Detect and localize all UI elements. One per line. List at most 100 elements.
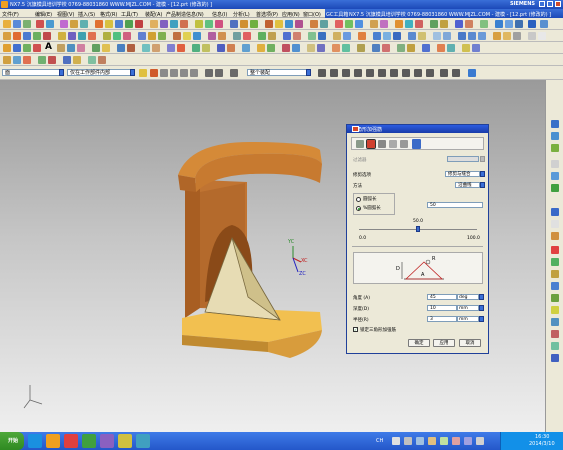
constraint-icon[interactable] [92, 44, 100, 52]
derived-line-icon[interactable] [177, 44, 185, 52]
chevron-down-icon[interactable] [130, 69, 135, 76]
gc-toolbox-label[interactable]: GC工具箱 [326, 11, 348, 18]
taskbar-app-7[interactable] [136, 434, 150, 448]
instance-icon[interactable] [138, 32, 146, 40]
mirror-curve-icon[interactable] [117, 44, 125, 52]
slash-snap-icon[interactable] [440, 69, 448, 77]
menu-pmi[interactable]: 产品制造信息(N) [166, 11, 204, 18]
tray-icon-3[interactable] [416, 437, 424, 445]
wcs-rotate-icon[interactable] [318, 32, 326, 40]
pocket-icon[interactable] [58, 32, 66, 40]
replace-face-icon[interactable] [295, 20, 303, 28]
tangent-point-icon[interactable] [354, 69, 362, 77]
close-button[interactable] [555, 1, 561, 7]
isometric-icon[interactable] [443, 32, 451, 40]
pan-icon[interactable] [383, 32, 391, 40]
end-point-icon[interactable] [160, 69, 168, 77]
right-view-icon[interactable] [478, 32, 486, 40]
point-on-curve-icon[interactable] [318, 69, 326, 77]
view-filter-icon[interactable] [468, 69, 476, 77]
control-point-icon[interactable] [180, 69, 188, 77]
tray-icon-4[interactable] [428, 437, 436, 445]
circle-icon[interactable] [33, 44, 41, 52]
second-face-set-icon[interactable] [366, 139, 376, 149]
rib-icon[interactable] [335, 20, 343, 28]
mold-wizard-tab-icon[interactable] [551, 294, 559, 302]
thread-icon[interactable] [103, 32, 111, 40]
render-style-icon[interactable] [540, 20, 548, 28]
palettes-tab-icon[interactable] [551, 282, 559, 290]
feature-playback-icon[interactable] [372, 44, 380, 52]
studio-surface-icon[interactable] [208, 32, 216, 40]
delay-evaluation-icon[interactable] [292, 44, 300, 52]
menu-preferences[interactable]: 首选项(P) [256, 11, 278, 18]
sweep-icon[interactable] [115, 20, 123, 28]
draft-icon[interactable] [180, 20, 188, 28]
intersect-point-icon[interactable] [167, 44, 175, 52]
constraint-navigator-tab-icon[interactable] [551, 132, 559, 140]
new-icon[interactable] [3, 20, 11, 28]
save-icon[interactable] [23, 20, 31, 28]
cut-icon[interactable] [60, 20, 68, 28]
move-feature-icon[interactable] [462, 44, 470, 52]
ok-button[interactable]: 确定 [408, 339, 430, 347]
chevron-down-icon[interactable] [479, 294, 484, 300]
expressions-icon[interactable] [422, 44, 430, 52]
unsuppress-feature-icon[interactable] [407, 44, 415, 52]
undo-icon[interactable] [36, 20, 44, 28]
circle-snap-icon[interactable] [390, 69, 398, 77]
radio-percent-arc-length[interactable] [356, 206, 361, 211]
menu-insert[interactable]: 插入(S) [78, 11, 95, 18]
tray-icon-1[interactable] [392, 437, 400, 445]
menu-application[interactable]: 应用(N) [282, 11, 300, 18]
blend-icon[interactable] [150, 20, 158, 28]
through-curves-icon[interactable] [173, 32, 181, 40]
wireframe-view-icon[interactable] [505, 20, 513, 28]
existing-point-icon[interactable] [230, 69, 238, 77]
menu-edit[interactable]: 编辑(E) [35, 11, 52, 18]
render-tab-icon[interactable] [551, 330, 559, 338]
project-curve-icon[interactable] [440, 20, 448, 28]
system-scenes-tab-icon[interactable] [551, 270, 559, 278]
depth-unit-combo[interactable]: mm [457, 305, 479, 311]
chevron-down-icon[interactable] [479, 305, 484, 311]
hole-icon[interactable] [125, 20, 133, 28]
offset-curve2-icon[interactable] [127, 44, 135, 52]
radius-input[interactable]: 3 [427, 316, 457, 322]
process-studio-tab-icon[interactable] [551, 232, 559, 240]
shaded-edges-icon[interactable] [493, 32, 501, 40]
update-model-icon[interactable] [282, 44, 290, 52]
trim-body-icon[interactable] [265, 20, 273, 28]
patch-icon[interactable] [158, 32, 166, 40]
profile-icon[interactable] [13, 44, 21, 52]
chevron-down-icon[interactable] [59, 69, 64, 76]
delete-feature-icon[interactable] [447, 44, 455, 52]
menu-format[interactable]: 格式(R) [100, 11, 117, 18]
cylinder-icon[interactable] [23, 32, 31, 40]
move-to-layer-icon[interactable] [268, 32, 276, 40]
mid-point-icon[interactable] [170, 69, 178, 77]
system-materials-tab-icon[interactable] [551, 220, 559, 228]
line-icon[interactable] [405, 20, 413, 28]
orient-to-sketch-icon[interactable] [332, 44, 340, 52]
mirror-icon[interactable] [240, 20, 248, 28]
tray-icon-5[interactable] [440, 437, 448, 445]
continuous-auto-dim-icon[interactable] [257, 44, 265, 52]
section-icon[interactable] [357, 44, 365, 52]
convert-reference-icon[interactable] [192, 44, 200, 52]
roles-tab-icon[interactable] [551, 258, 559, 266]
intersection-point-icon[interactable] [190, 69, 198, 77]
menu-analysis[interactable]: 分析(L) [233, 11, 250, 18]
redo-icon[interactable] [46, 20, 54, 28]
depth-input[interactable]: 10 [427, 305, 457, 311]
intersection-curve-icon[interactable] [455, 20, 463, 28]
orientation-plane-icon[interactable] [400, 140, 408, 148]
menu-window[interactable]: 窗口(O) [303, 11, 321, 18]
menu-tools[interactable]: 工具(T) [121, 11, 138, 18]
tray-icon-7[interactable] [464, 437, 472, 445]
taskbar-app-1[interactable] [28, 434, 42, 448]
thicken-icon[interactable] [320, 20, 328, 28]
reattach-icon[interactable] [267, 44, 275, 52]
rectangle-icon[interactable] [23, 44, 31, 52]
quadrant-point-icon[interactable] [215, 69, 223, 77]
